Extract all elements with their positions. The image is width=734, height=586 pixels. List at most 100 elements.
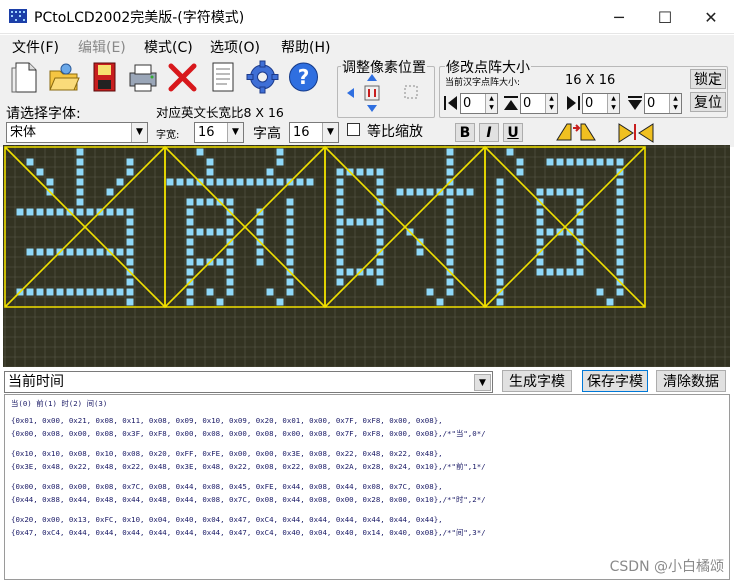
pixel-on[interactable] bbox=[436, 298, 444, 306]
underline-button[interactable]: U bbox=[503, 123, 523, 142]
pixel-on[interactable] bbox=[376, 188, 384, 196]
dot-matrix-canvas[interactable] bbox=[3, 145, 730, 367]
pixel-on[interactable] bbox=[226, 178, 234, 186]
menu-file[interactable]: 文件(F) bbox=[12, 37, 59, 57]
pixel-on[interactable] bbox=[266, 288, 274, 296]
pixel-on[interactable] bbox=[256, 218, 264, 226]
matrix-spin-right[interactable]: 0 ▲ ▼ bbox=[582, 93, 620, 114]
pixel-on[interactable] bbox=[536, 218, 544, 226]
text-input[interactable]: 当前时间 bbox=[4, 371, 493, 393]
pixel-on[interactable] bbox=[496, 198, 504, 206]
pixel-on[interactable] bbox=[496, 248, 504, 256]
notepad-icon[interactable] bbox=[206, 60, 239, 94]
menu-edit[interactable]: 编辑(E) bbox=[78, 37, 126, 57]
pixel-on[interactable] bbox=[126, 168, 134, 176]
pixel-on[interactable] bbox=[76, 148, 84, 156]
save-font-button[interactable]: 保存字模 bbox=[582, 370, 648, 392]
pixel-on[interactable] bbox=[46, 248, 54, 256]
pixel-on[interactable] bbox=[616, 248, 624, 256]
pixel-on[interactable] bbox=[416, 248, 424, 256]
pixel-on[interactable] bbox=[366, 168, 374, 176]
pixel-on[interactable] bbox=[466, 188, 474, 196]
pixel-on[interactable] bbox=[546, 268, 554, 276]
shrink-down-icon[interactable] bbox=[627, 94, 643, 112]
pixel-on[interactable] bbox=[616, 208, 624, 216]
pixel-on[interactable] bbox=[576, 258, 584, 266]
pixel-on[interactable] bbox=[616, 198, 624, 206]
pixel-on[interactable] bbox=[336, 168, 344, 176]
matrix-spin-top[interactable]: 0 ▲ ▼ bbox=[520, 93, 558, 114]
pixel-on[interactable] bbox=[536, 188, 544, 196]
pixel-on[interactable] bbox=[216, 298, 224, 306]
proportional-checkbox[interactable] bbox=[347, 123, 360, 136]
pixel-on[interactable] bbox=[336, 248, 344, 256]
pixel-on[interactable] bbox=[576, 248, 584, 256]
pixel-on[interactable] bbox=[286, 198, 294, 206]
pixel-on[interactable] bbox=[226, 248, 234, 256]
pixel-on[interactable] bbox=[196, 148, 204, 156]
pixel-on[interactable] bbox=[186, 218, 194, 226]
pixel-on[interactable] bbox=[226, 228, 234, 236]
matrix-spin-left[interactable]: 0 ▲ ▼ bbox=[460, 93, 498, 114]
pixel-on[interactable] bbox=[446, 258, 454, 266]
pixel-on[interactable] bbox=[196, 228, 204, 236]
pixel-on[interactable] bbox=[186, 208, 194, 216]
pixel-on[interactable] bbox=[306, 178, 314, 186]
pixel-on[interactable] bbox=[206, 228, 214, 236]
pixel-on[interactable] bbox=[286, 238, 294, 246]
pixel-on[interactable] bbox=[376, 168, 384, 176]
pixel-on[interactable] bbox=[36, 288, 44, 296]
pixel-on[interactable] bbox=[336, 268, 344, 276]
pixel-on[interactable] bbox=[116, 288, 124, 296]
pixel-on[interactable] bbox=[446, 218, 454, 226]
pixel-on[interactable] bbox=[496, 218, 504, 226]
pixel-on[interactable] bbox=[226, 218, 234, 226]
pixel-on[interactable] bbox=[376, 268, 384, 276]
pixel-on[interactable] bbox=[576, 188, 584, 196]
pixel-on[interactable] bbox=[116, 248, 124, 256]
pixel-on[interactable] bbox=[76, 158, 84, 166]
pixel-on[interactable] bbox=[376, 208, 384, 216]
pixel-on[interactable] bbox=[286, 248, 294, 256]
pixel-on[interactable] bbox=[576, 268, 584, 276]
pixel-on[interactable] bbox=[286, 278, 294, 286]
pixel-on[interactable] bbox=[186, 298, 194, 306]
pixel-on[interactable] bbox=[616, 188, 624, 196]
pixel-on[interactable] bbox=[96, 248, 104, 256]
pixel-on[interactable] bbox=[376, 238, 384, 246]
pixel-on[interactable] bbox=[196, 258, 204, 266]
help-icon[interactable]: ? bbox=[287, 60, 320, 94]
flip-horizontal-icon[interactable] bbox=[553, 120, 599, 144]
pixel-on[interactable] bbox=[416, 188, 424, 196]
pixel-on[interactable] bbox=[26, 158, 34, 166]
pixel-on[interactable] bbox=[496, 238, 504, 246]
pixel-on[interactable] bbox=[616, 228, 624, 236]
pixel-on[interactable] bbox=[516, 158, 524, 166]
chevron-down-icon[interactable]: ▼ bbox=[474, 374, 491, 391]
pixel-on[interactable] bbox=[446, 238, 454, 246]
pixel-on[interactable] bbox=[286, 258, 294, 266]
pixel-on[interactable] bbox=[616, 238, 624, 246]
pixel-on[interactable] bbox=[46, 288, 54, 296]
pixel-on[interactable] bbox=[586, 158, 594, 166]
pixel-on[interactable] bbox=[106, 188, 114, 196]
pixel-on[interactable] bbox=[576, 158, 584, 166]
pixel-on[interactable] bbox=[536, 208, 544, 216]
pixel-on[interactable] bbox=[576, 198, 584, 206]
italic-button[interactable]: I bbox=[479, 123, 499, 142]
pixel-on[interactable] bbox=[336, 198, 344, 206]
pixel-on[interactable] bbox=[186, 288, 194, 296]
pixel-on[interactable] bbox=[616, 258, 624, 266]
pixel-on[interactable] bbox=[266, 178, 274, 186]
pixel-on[interactable] bbox=[426, 188, 434, 196]
pixel-on[interactable] bbox=[556, 158, 564, 166]
shrink-left-icon[interactable] bbox=[443, 94, 459, 112]
pixel-on[interactable] bbox=[176, 178, 184, 186]
pixel-on[interactable] bbox=[536, 268, 544, 276]
pixel-on[interactable] bbox=[106, 208, 114, 216]
pixel-on[interactable] bbox=[276, 158, 284, 166]
pixel-on[interactable] bbox=[346, 218, 354, 226]
menu-help[interactable]: 帮助(H) bbox=[281, 37, 330, 57]
pixel-on[interactable] bbox=[446, 148, 454, 156]
pixel-on[interactable] bbox=[286, 288, 294, 296]
